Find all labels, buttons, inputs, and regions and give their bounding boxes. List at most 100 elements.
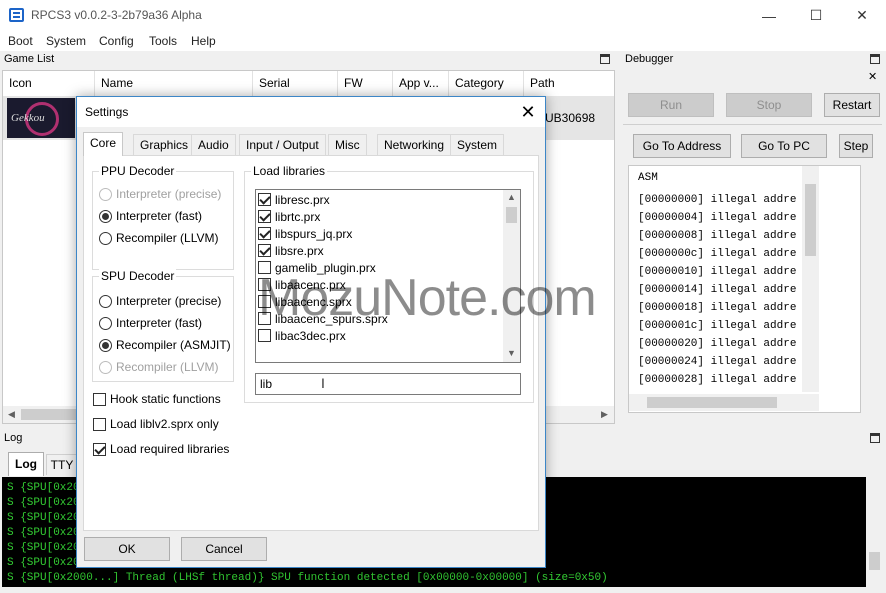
tab-networking[interactable]: Networking (377, 134, 452, 155)
checkbox-icon (93, 392, 106, 406)
log-vscrollbar[interactable] (866, 477, 883, 587)
game-icon: Gekkou (7, 98, 75, 138)
debugger-close-icon[interactable]: ✕ (868, 70, 877, 83)
column-path[interactable]: Path (524, 71, 614, 96)
dialog-close-icon[interactable]: ✕ (515, 99, 541, 125)
asm-line[interactable]: [0000001c] illegal addre (638, 320, 796, 332)
log-tab-log[interactable]: Log (8, 452, 44, 476)
minimize-icon[interactable]: — (746, 0, 792, 31)
asm-vscrollbar[interactable] (802, 166, 819, 392)
scroll-thumb[interactable] (21, 409, 79, 420)
column-app-version[interactable]: App v... (393, 71, 449, 96)
menu-system[interactable]: System (46, 34, 86, 48)
stop-button[interactable]: Stop (726, 93, 812, 117)
library-item[interactable]: libaacenc.sprx (258, 293, 352, 310)
library-list[interactable]: libresc.prx librtc.prx libspurs_jq.prx l… (255, 189, 521, 363)
debugger-panel: Run Stop Restart Go To Address Go To PC … (621, 86, 884, 424)
scroll-up-icon[interactable]: ▲ (507, 192, 516, 202)
tab-system[interactable]: System (450, 134, 505, 155)
log-tab-tty[interactable]: TTY (46, 454, 78, 475)
library-item[interactable]: libspurs_jq.prx (258, 225, 352, 242)
library-item[interactable]: libsre.prx (258, 242, 324, 259)
library-item[interactable]: libaacenc.prx (258, 276, 346, 293)
ppu-decoder-group: PPU Decoder Interpreter (precise) Interp… (92, 164, 234, 270)
tab-misc[interactable]: Misc (328, 134, 367, 155)
game-icon-text: Gekkou (11, 112, 45, 124)
hook-static-functions-checkbox[interactable]: Hook static functions (93, 392, 221, 406)
library-filter-input[interactable]: lib (255, 373, 521, 395)
library-item[interactable]: gamelib_plugin.prx (258, 259, 376, 276)
column-category[interactable]: Category (449, 71, 524, 96)
library-item[interactable]: libresc.prx (258, 191, 330, 208)
settings-titlebar: Settings ✕ (77, 97, 545, 127)
log-float-icon[interactable] (870, 433, 880, 443)
scroll-right-icon[interactable]: ▶ (601, 409, 608, 420)
radio-icon (99, 294, 112, 308)
menu-help[interactable]: Help (191, 34, 216, 48)
radio-label: Interpreter (fast) (116, 316, 203, 330)
tab-audio[interactable]: Audio (191, 134, 236, 155)
step-button[interactable]: Step (839, 134, 873, 158)
spu-recompiler-llvm-radio[interactable]: Recompiler (LLVM) (99, 360, 218, 374)
asm-line[interactable]: [00000018] illegal addre (638, 302, 796, 314)
asm-line[interactable]: [00000010] illegal addre (638, 266, 796, 278)
library-item[interactable]: librtc.prx (258, 208, 320, 225)
asm-line[interactable]: [00000014] illegal addre (638, 284, 796, 296)
asm-line[interactable]: [00000024] illegal addre (638, 356, 796, 368)
column-serial[interactable]: Serial (253, 71, 338, 96)
tab-core[interactable]: Core (83, 132, 124, 156)
radio-label: Recompiler (LLVM) (116, 360, 219, 374)
tab-graphics[interactable]: Graphics (133, 134, 196, 155)
game-list-title: Game List (4, 53, 55, 65)
asm-vscroll-thumb[interactable] (805, 184, 816, 256)
menu-tools[interactable]: Tools (149, 34, 177, 48)
asm-line[interactable]: [00000000] illegal addre (638, 194, 796, 206)
go-to-pc-button[interactable]: Go To PC (741, 134, 827, 158)
ppu-recompiler-llvm-radio[interactable]: Recompiler (LLVM) (99, 231, 218, 245)
load-liblv2-only-checkbox[interactable]: Load liblv2.sprx only (93, 417, 219, 431)
debugger-float-icon[interactable] (870, 54, 880, 64)
asm-line[interactable]: [00000020] illegal addre (638, 338, 796, 350)
ok-button[interactable]: OK (84, 537, 170, 561)
asm-hscrollbar[interactable] (629, 394, 819, 411)
load-required-libraries-checkbox[interactable]: Load required libraries (93, 442, 229, 456)
load-libraries-group: Load libraries libresc.prx librtc.prx li… (244, 164, 534, 403)
tab-input-output[interactable]: Input / Output (239, 134, 326, 155)
ppu-decoder-title: PPU Decoder (99, 164, 177, 178)
cancel-button[interactable]: Cancel (181, 537, 267, 561)
menu-boot[interactable]: Boot (8, 34, 33, 48)
scroll-left-icon[interactable]: ◀ (8, 409, 15, 420)
run-button[interactable]: Run (628, 93, 714, 117)
library-scroll-thumb[interactable] (506, 207, 517, 223)
library-list-vscrollbar[interactable]: ▲ ▼ (503, 190, 520, 362)
restart-button[interactable]: Restart (824, 93, 880, 117)
ppu-interpreter-precise-radio[interactable]: Interpreter (precise) (99, 187, 221, 201)
scroll-down-icon[interactable]: ▼ (507, 348, 516, 358)
ppu-interpreter-fast-radio[interactable]: Interpreter (fast) (99, 209, 202, 223)
maximize-icon[interactable]: ☐ (793, 0, 839, 31)
go-to-address-button[interactable]: Go To Address (633, 134, 731, 158)
radio-icon (99, 338, 112, 352)
spu-interpreter-precise-radio[interactable]: Interpreter (precise) (99, 294, 221, 308)
asm-line[interactable]: [00000008] illegal addre (638, 230, 796, 242)
library-item[interactable]: libac3dec.prx (258, 327, 346, 344)
game-list-float-icon[interactable] (600, 54, 610, 64)
column-fw[interactable]: FW (338, 71, 393, 96)
asm-view[interactable]: ASM [00000000] illegal addre [00000004] … (628, 165, 861, 413)
radio-icon (99, 316, 112, 330)
menu-config[interactable]: Config (99, 34, 134, 48)
asm-hscroll-thumb[interactable] (647, 397, 777, 408)
checkbox-label: Load liblv2.sprx only (110, 417, 219, 431)
column-icon[interactable]: Icon (3, 71, 95, 96)
radio-icon (99, 360, 112, 374)
asm-line[interactable]: [0000000c] illegal addre (638, 248, 796, 260)
radio-label: Interpreter (precise) (116, 187, 222, 201)
asm-line[interactable]: [00000004] illegal addre (638, 212, 796, 224)
column-name[interactable]: Name (95, 71, 253, 96)
close-icon[interactable]: ✕ (839, 0, 885, 31)
library-item[interactable]: libaacenc_spurs.sprx (258, 310, 388, 327)
asm-line[interactable]: [00000028] illegal addre (638, 374, 796, 386)
log-vscroll-thumb[interactable] (869, 552, 880, 570)
spu-interpreter-fast-radio[interactable]: Interpreter (fast) (99, 316, 202, 330)
spu-recompiler-asmjit-radio[interactable]: Recompiler (ASMJIT) (99, 338, 231, 352)
